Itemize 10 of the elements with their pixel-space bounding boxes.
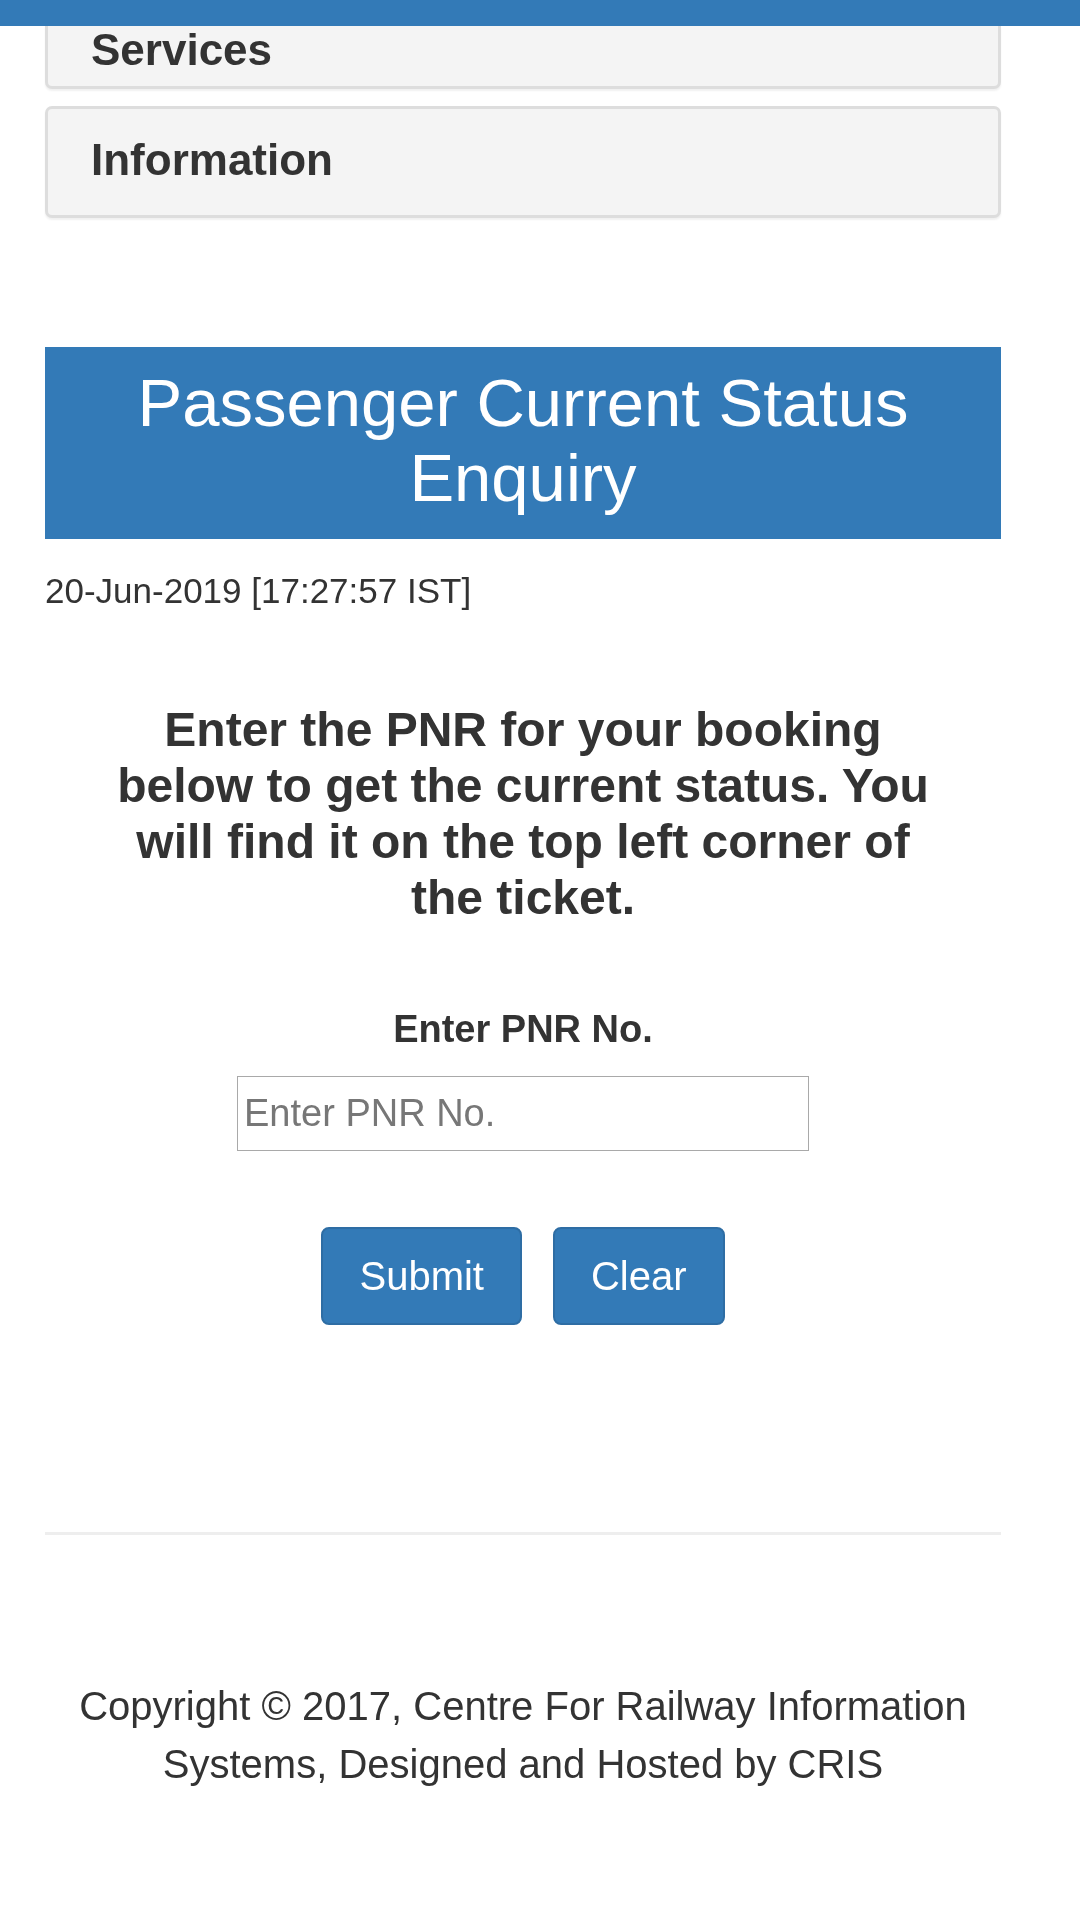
pnr-input-field[interactable]: Enter PNR No. bbox=[237, 1076, 809, 1151]
submit-button[interactable]: Submit bbox=[321, 1227, 522, 1325]
accordion-header[interactable]: Information bbox=[45, 106, 1001, 218]
clear-button[interactable]: Clear bbox=[552, 1227, 725, 1325]
field-label: Enter PNR No. bbox=[393, 1007, 653, 1052]
copyright-text: Copyright © 2017, Centre For Railway Information Systems, Designed and Hosted by CRIS bbox=[78, 1683, 968, 1788]
timestamp: 20-Jun-2019 [17:27:57 IST] bbox=[45, 570, 472, 612]
page-title: Passenger Current Status Enquiry bbox=[45, 347, 1001, 539]
accordion-header[interactable]: Services bbox=[45, 26, 1001, 89]
instruction-text: Enter the PNR for your booking below to get the current status. You will find it on the top left corner of the ticket. bbox=[116, 702, 930, 926]
